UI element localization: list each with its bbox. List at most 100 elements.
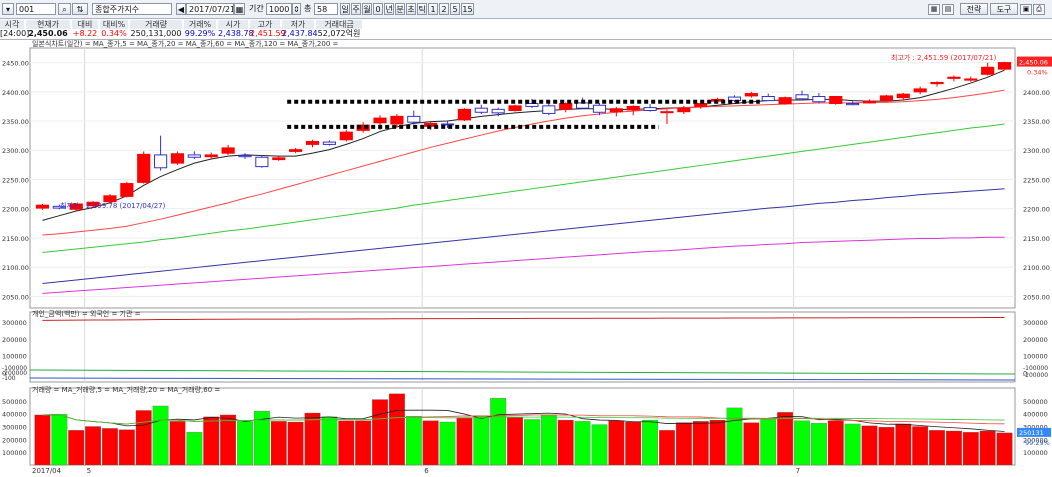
volume-bar [675, 422, 692, 466]
table-icon[interactable]: ▤ [942, 4, 954, 15]
menu-icon[interactable]: ▾ [2, 3, 14, 15]
tools-button[interactable]: 도구 [990, 3, 1018, 15]
volume-bar [338, 420, 355, 466]
candle-body [997, 62, 1012, 70]
candle-body [609, 108, 623, 113]
candle-body [221, 147, 235, 154]
candle-body [187, 154, 201, 158]
volume-bar [270, 421, 287, 466]
candle-body [508, 105, 522, 112]
price-tick-right: 2300.00 [1023, 147, 1050, 155]
candle-body [795, 94, 809, 100]
candle-body [407, 115, 421, 123]
price-tick-right: 2100.00 [1023, 264, 1050, 272]
candle-body [761, 95, 775, 102]
x-tick-label: 2017/04 [32, 467, 62, 475]
calendar-icon[interactable]: ▦ [234, 3, 245, 15]
stock-name-field[interactable]: 종합주가지수 [92, 3, 172, 15]
candle-body [829, 95, 843, 105]
volume-legend: 거래량 = MA_거래량,5 = MA_거래량,20 = MA_거래량,60 = [32, 385, 220, 394]
investor-lower-tick: -100 [2, 375, 16, 382]
save-icon[interactable]: ▣ [1020, 4, 1032, 15]
timeframe-button[interactable]: 15 [461, 3, 474, 15]
volume-bar [861, 425, 878, 466]
quote-value: 2,438.78 [218, 29, 254, 38]
volume-last-label: 250131 [1019, 429, 1044, 437]
candle-body [373, 117, 387, 124]
candle-body [896, 93, 910, 99]
price-tick-left: 2150.00 [2, 235, 29, 243]
timeframe-button[interactable]: 년 [384, 3, 394, 15]
search-icon[interactable]: ⌕ [58, 3, 71, 15]
volume-tick-left: 500000 [2, 398, 27, 406]
candle-body [592, 104, 607, 113]
quote-value: +8.22 [72, 29, 98, 38]
timeframe-button[interactable]: 0 [373, 3, 383, 15]
timeframe-button[interactable]: 1 [428, 3, 438, 15]
volume-bar [237, 421, 253, 466]
volume-bar [321, 416, 338, 466]
price-legend: 일본식차트(일간) = MA_종가,5 = MA_종가,20 = MA_종가,6… [32, 40, 338, 48]
quote-value: [24:00] [0, 29, 30, 38]
filter-icon[interactable]: ⇅ [72, 3, 88, 15]
volume-bar [372, 399, 388, 466]
timeframe-button[interactable]: 분 [395, 3, 405, 15]
period-input[interactable]: 1000 [266, 3, 292, 15]
count-label: 총 [304, 4, 312, 13]
volume-bar [220, 414, 237, 466]
grid-icon[interactable]: ▦ [928, 4, 940, 15]
volume-bar [456, 417, 473, 466]
timeframe-button[interactable]: 초 [406, 3, 416, 15]
timeframe-button[interactable]: 주 [351, 3, 361, 15]
investor-tick-right: 200000 [1023, 336, 1048, 344]
candle-body [660, 111, 674, 114]
price-tick-left: 2050.00 [2, 293, 29, 301]
prev-date-button[interactable]: ◀ [176, 3, 186, 15]
timeframe-button[interactable]: 월 [362, 3, 372, 15]
candle-body [491, 108, 505, 114]
candle-body [930, 81, 944, 85]
volume-bar [405, 416, 422, 466]
quote-header: 거래대금 [316, 20, 362, 29]
quote-value: 99.29% [184, 29, 216, 38]
change-label: 0.34% [1027, 69, 1048, 77]
volume-tick-left: 400000 [2, 411, 27, 419]
x-tick-label: 6 [424, 467, 429, 475]
candle-body [643, 107, 657, 112]
timeframe-button[interactable]: 2 [439, 3, 449, 15]
x-tick-label: 7 [796, 467, 800, 475]
period-spin-icon[interactable]: ⇕ [292, 3, 301, 15]
candle-body [255, 156, 269, 168]
price-tick-right: 2200.00 [1023, 206, 1050, 214]
strategy-button[interactable]: 전략 [960, 3, 988, 15]
quote-header: 고가 [250, 20, 280, 29]
volume-bar [642, 419, 659, 466]
candle-body [694, 103, 708, 107]
investor-tick-right: 100000 [1023, 353, 1048, 361]
candle-body [778, 97, 792, 105]
volume-bar [102, 428, 118, 466]
candle-body [322, 141, 336, 145]
volume-bar [827, 420, 844, 466]
quote-value: 250,131,000 [130, 29, 182, 38]
investor-lower-tick-right: -100000 [1023, 365, 1048, 372]
volume-bar [777, 412, 794, 466]
print-icon[interactable]: ⎙ [1033, 4, 1045, 15]
timeframe-button[interactable]: 5 [450, 3, 460, 15]
price-tick-left: 2350.00 [2, 118, 29, 126]
code-input[interactable]: 001 [16, 3, 56, 15]
timeframe-button[interactable]: 일 [340, 3, 350, 15]
quote-value: 2,437.84 [282, 29, 318, 38]
investor-tick-left: 200000 [2, 336, 27, 344]
price-tick-right: 2150.00 [1023, 235, 1050, 243]
candle-body [677, 107, 691, 113]
timeframe-button[interactable]: 틱 [417, 3, 427, 15]
date-input[interactable]: 2017/07/21 [186, 3, 234, 15]
quote-bar: 시각 [24:00] 현재가 2,450.06 대비 +8.22 대비% 0.34% 거래량 25… [0, 19, 1052, 40]
count-input[interactable]: 58 [314, 3, 338, 15]
volume-bar [135, 410, 152, 466]
candle-body [964, 78, 978, 81]
candle-body [981, 66, 995, 75]
volume-bar [810, 423, 827, 466]
price-tick-left: 2400.00 [2, 89, 29, 97]
